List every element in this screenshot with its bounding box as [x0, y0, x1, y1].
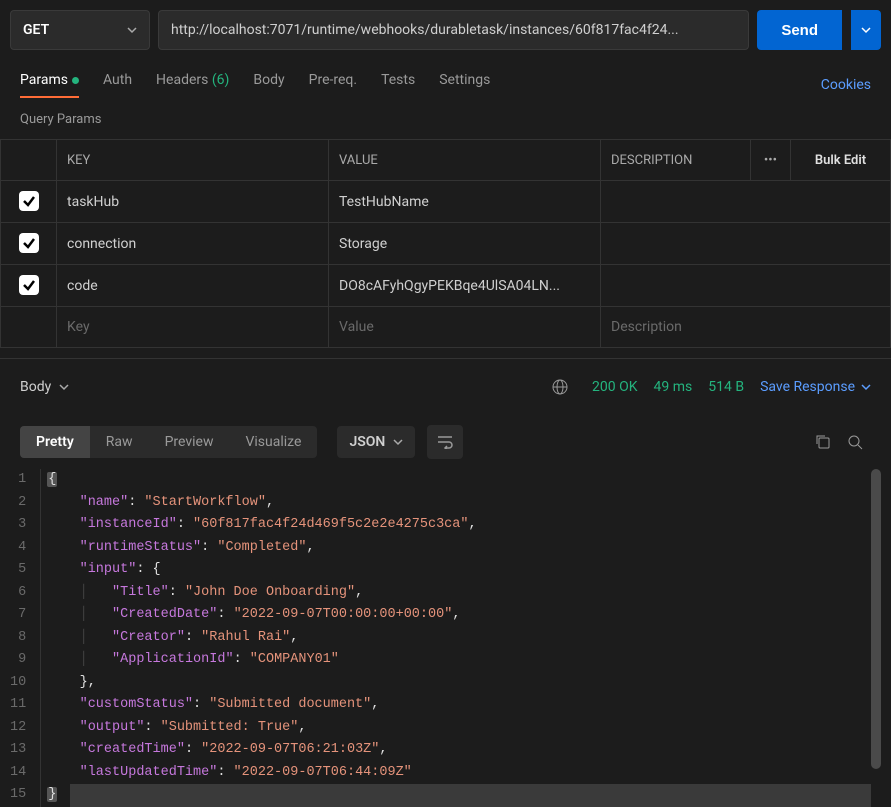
search-icon — [847, 434, 863, 450]
table-row: code DO8cAFyhQgyPEKBqe4UlSA04LN... — [1, 265, 891, 307]
dots-icon: ••• — [764, 153, 777, 168]
param-key[interactable]: code — [57, 265, 329, 307]
response-size: 514 B — [708, 379, 744, 395]
tab-body[interactable]: Body — [253, 72, 284, 98]
table-row: connection Storage — [1, 223, 891, 265]
chevron-down-icon — [59, 382, 69, 392]
copy-button[interactable] — [807, 426, 839, 458]
more-options-button[interactable]: ••• — [751, 140, 791, 181]
query-params-table: KEY VALUE DESCRIPTION ••• Bulk Edit task… — [0, 139, 891, 348]
url-text: http://localhost:7071/runtime/webhooks/d… — [171, 22, 679, 38]
tab-auth[interactable]: Auth — [103, 72, 132, 98]
http-method-label: GET — [23, 22, 49, 38]
http-method-select[interactable]: GET — [10, 10, 150, 50]
col-value: VALUE — [329, 140, 601, 181]
check-icon — [22, 278, 36, 292]
view-raw[interactable]: Raw — [90, 426, 149, 458]
modified-dot-icon — [72, 77, 79, 84]
status-code: 200 OK — [592, 379, 638, 395]
param-description[interactable] — [601, 265, 891, 307]
param-value[interactable]: DO8cAFyhQgyPEKBqe4UlSA04LN... — [329, 265, 601, 307]
col-description: DESCRIPTION — [601, 140, 751, 181]
copy-icon — [815, 434, 831, 450]
tab-tests[interactable]: Tests — [381, 72, 415, 98]
param-value[interactable]: Storage — [329, 223, 601, 265]
view-visualize[interactable]: Visualize — [229, 426, 317, 458]
view-preview[interactable]: Preview — [149, 426, 230, 458]
tab-settings[interactable]: Settings — [439, 72, 490, 98]
query-params-title: Query Params — [0, 100, 891, 139]
response-body-editor[interactable]: 123456789101112131415 { "name": "StartWo… — [0, 469, 891, 807]
check-icon — [22, 194, 36, 208]
chevron-down-icon — [127, 25, 137, 35]
row-checkbox[interactable] — [19, 275, 39, 295]
table-row: taskHub TestHubName — [1, 181, 891, 223]
param-key[interactable]: taskHub — [57, 181, 329, 223]
param-description-placeholder[interactable]: Description — [601, 307, 891, 348]
tab-prerequest[interactable]: Pre-req. — [309, 72, 357, 98]
wrap-icon — [437, 435, 453, 449]
param-description[interactable] — [601, 181, 891, 223]
send-button[interactable]: Send — [757, 10, 842, 50]
col-key: KEY — [57, 140, 329, 181]
row-checkbox[interactable] — [19, 191, 39, 211]
response-type-select[interactable]: JSON — [337, 426, 415, 458]
save-response-button[interactable]: Save Response — [760, 379, 871, 395]
param-value[interactable]: TestHubName — [329, 181, 601, 223]
chevron-down-icon — [861, 382, 871, 392]
line-gutter: 123456789101112131415 — [10, 469, 40, 807]
row-checkbox[interactable] — [19, 233, 39, 253]
code-content: { "name": "StartWorkflow", "instanceId":… — [40, 469, 476, 807]
chevron-down-icon — [861, 25, 871, 35]
response-time: 49 ms — [654, 379, 693, 395]
param-value-placeholder[interactable]: Value — [329, 307, 601, 348]
send-options-button[interactable] — [851, 10, 881, 50]
chevron-down-icon — [393, 437, 403, 447]
cookies-link[interactable]: Cookies — [821, 77, 871, 93]
search-button[interactable] — [839, 426, 871, 458]
param-description[interactable] — [601, 223, 891, 265]
param-key[interactable]: connection — [57, 223, 329, 265]
url-input[interactable]: http://localhost:7071/runtime/webhooks/d… — [158, 10, 749, 50]
check-icon — [22, 236, 36, 250]
bulk-edit-button[interactable]: Bulk Edit — [791, 140, 891, 181]
table-row-new: Key Value Description — [1, 307, 891, 348]
param-key-placeholder[interactable]: Key — [57, 307, 329, 348]
view-mode-segment: Pretty Raw Preview Visualize — [20, 426, 317, 458]
response-body-select[interactable]: Body — [20, 379, 69, 395]
line-wrap-button[interactable] — [427, 425, 463, 459]
tab-headers[interactable]: Headers (6) — [156, 72, 229, 98]
scrollbar-thumb[interactable] — [871, 469, 881, 769]
globe-icon[interactable] — [544, 371, 576, 403]
tab-params[interactable]: Params — [20, 72, 79, 98]
view-pretty[interactable]: Pretty — [20, 426, 90, 458]
